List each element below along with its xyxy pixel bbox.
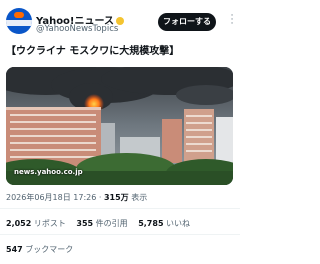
likes-stat[interactable]: 5,785 いいね bbox=[138, 219, 190, 228]
image-watermark: news.yahoo.co.jp bbox=[14, 168, 83, 176]
avatar-band bbox=[6, 20, 32, 26]
divider bbox=[0, 234, 240, 235]
views-label: 表示 bbox=[128, 193, 148, 202]
follow-button[interactable]: フォローする bbox=[158, 13, 216, 31]
bookmarks-count: 547 bbox=[6, 245, 23, 254]
avatar-mark bbox=[14, 12, 24, 18]
likes-label: いいね bbox=[163, 219, 191, 228]
divider bbox=[0, 208, 240, 209]
tweet-image[interactable]: news.yahoo.co.jp bbox=[6, 67, 233, 185]
avatar[interactable] bbox=[6, 8, 32, 34]
retweets-count: 2,052 bbox=[6, 219, 32, 228]
more-options-icon[interactable]: · · · bbox=[228, 12, 236, 30]
likes-count: 5,785 bbox=[138, 219, 164, 228]
tweet-text: 【ウクライナ モスクワに大規模攻撃】 bbox=[6, 46, 180, 57]
bookmarks-stat[interactable]: 547 ブックマーク bbox=[6, 244, 73, 255]
retweets-label: リポスト bbox=[31, 219, 66, 228]
tweet-header: Yahoo!ニュース @YahooNewsTopics フォローする · · · bbox=[0, 0, 240, 36]
views-count: 315万 bbox=[103, 193, 129, 202]
retweets-stat[interactable]: 2,052 リポスト bbox=[6, 219, 66, 228]
author-handle[interactable]: @YahooNewsTopics bbox=[36, 24, 118, 34]
engagement-stats: 2,052 リポスト 355 件の引用 5,785 いいね bbox=[6, 218, 198, 229]
quotes-stat[interactable]: 355 件の引用 bbox=[76, 219, 127, 228]
quotes-label: 件の引用 bbox=[93, 219, 128, 228]
bookmarks-label: ブックマーク bbox=[22, 245, 74, 254]
post-timestamp[interactable]: 2026年06月18日 17:26 · bbox=[6, 193, 104, 202]
quotes-count: 355 bbox=[76, 219, 94, 228]
post-meta: 2026年06月18日 17:26 · 315万 表示 bbox=[6, 192, 147, 203]
